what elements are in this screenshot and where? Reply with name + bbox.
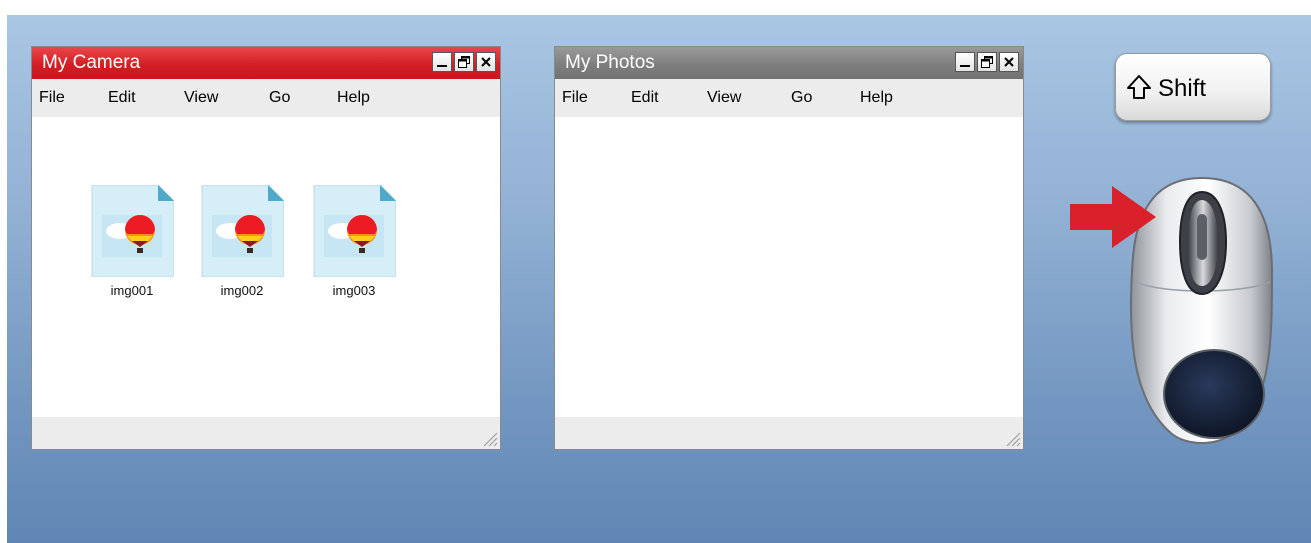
photos-window-titlebar[interactable]: My Photos — [555, 47, 1023, 79]
file-item-img003[interactable]: img003 — [309, 185, 399, 298]
close-icon — [1004, 57, 1014, 67]
image-file-icon — [91, 185, 174, 277]
photos-statusbar — [555, 417, 1023, 449]
minimize-icon — [960, 65, 970, 67]
resize-grip-icon[interactable] — [1003, 429, 1021, 447]
shift-arrow-icon — [1127, 75, 1151, 99]
photos-content-area[interactable] — [555, 117, 1023, 417]
menu-help[interactable]: Help — [860, 89, 893, 107]
restore-icon — [981, 56, 993, 68]
image-file-icon — [201, 185, 284, 277]
menu-go[interactable]: Go — [791, 89, 812, 107]
camera-window-title: My Camera — [42, 52, 141, 73]
maximize-button[interactable] — [454, 52, 474, 72]
minimize-icon — [437, 65, 447, 67]
resize-grip-icon[interactable] — [480, 429, 498, 447]
camera-menubar: File Edit View Go Help — [32, 79, 500, 117]
file-item-img001[interactable]: img001 — [87, 185, 177, 298]
close-button[interactable] — [476, 52, 496, 72]
file-label: img003 — [332, 283, 376, 298]
camera-window-titlebar[interactable]: My Camera — [32, 47, 500, 79]
camera-window: My Camera File Edit View Go Help img001 … — [31, 46, 501, 450]
photos-window-title: My Photos — [565, 52, 655, 73]
file-label: img001 — [110, 283, 154, 298]
minimize-button[interactable] — [955, 52, 975, 72]
close-icon — [481, 57, 491, 67]
camera-content-area: img001 img002 img003 — [32, 117, 500, 417]
menu-file[interactable]: File — [562, 89, 588, 107]
menu-view[interactable]: View — [707, 89, 741, 107]
restore-icon — [458, 56, 470, 68]
minimize-button[interactable] — [432, 52, 452, 72]
menu-edit[interactable]: Edit — [631, 89, 659, 107]
menu-help[interactable]: Help — [337, 89, 370, 107]
photos-menubar: File Edit View Go Help — [555, 79, 1023, 117]
menu-view[interactable]: View — [184, 89, 218, 107]
maximize-button[interactable] — [977, 52, 997, 72]
menu-go[interactable]: Go — [269, 89, 290, 107]
camera-statusbar — [32, 417, 500, 449]
red-arrow-icon — [1070, 186, 1156, 248]
shift-key[interactable]: Shift — [1115, 53, 1271, 121]
shift-key-label: Shift — [1158, 75, 1207, 102]
menu-file[interactable]: File — [39, 89, 65, 107]
photos-window: My Photos File Edit View Go Help — [554, 46, 1024, 450]
close-button[interactable] — [999, 52, 1019, 72]
image-file-icon — [313, 185, 396, 277]
file-label: img002 — [220, 283, 264, 298]
menu-edit[interactable]: Edit — [108, 89, 136, 107]
file-item-img002[interactable]: img002 — [197, 185, 287, 298]
